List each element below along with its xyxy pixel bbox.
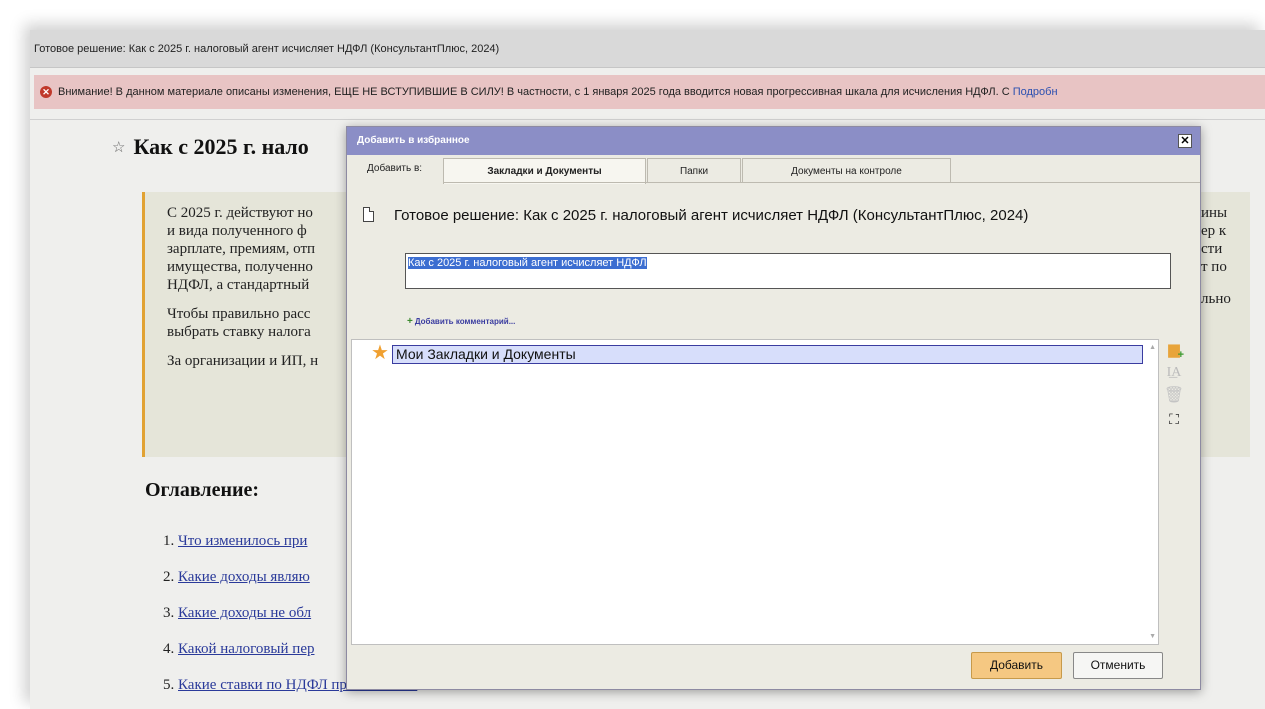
- bookmark-name-input[interactable]: Как с 2025 г. налоговый агент исчисляет …: [405, 253, 1171, 289]
- info-box-left-text: С 2025 г. действуют но и вида полученног…: [167, 204, 353, 381]
- tree-toolbar: ▆ + I͟A 🗑 ⛶: [1163, 339, 1187, 431]
- toc-item: 1. Что изменилось при: [163, 533, 353, 569]
- favorite-star-icon[interactable]: ☆: [112, 140, 125, 156]
- document-icon: [363, 207, 374, 222]
- dialog-title: Добавить в избранное: [357, 135, 470, 146]
- info-box-right-text: ины ер к сти т по льно: [1201, 204, 1261, 319]
- toc-link[interactable]: Какие доходы не обл: [178, 605, 311, 621]
- tree-item-my-bookmarks[interactable]: Мои Закладки и Документы: [392, 345, 1143, 364]
- binoculars-icon[interactable]: ⛶: [1163, 408, 1185, 430]
- warning-banner: ✕ Внимание! В данном материале описаны из…: [34, 75, 1265, 109]
- info-line: сти: [1201, 241, 1223, 257]
- scroll-down-icon[interactable]: ▼: [1149, 633, 1156, 640]
- info-line: За организации и ИП, н: [167, 353, 319, 369]
- dialog-title-bar[interactable]: Добавить в избранное ✕: [347, 127, 1200, 155]
- tree-item-label: Мои Закладки и Документы: [396, 346, 576, 362]
- warning-more-link[interactable]: Подробн: [1013, 86, 1058, 98]
- rename-icon[interactable]: I͟A: [1163, 362, 1185, 384]
- info-line: Чтобы правильно расс: [167, 306, 311, 322]
- toc-item: 2. Какие доходы являю: [163, 569, 353, 605]
- info-line: льно: [1201, 291, 1231, 307]
- new-folder-icon[interactable]: ▆ +: [1163, 339, 1185, 361]
- info-line: т по: [1201, 259, 1227, 275]
- dialog-tabs: Добавить в: Закладки и Документы Папки Д…: [347, 158, 1200, 184]
- trash-icon[interactable]: 🗑: [1163, 385, 1185, 407]
- add-to-label: Добавить в:: [367, 163, 423, 174]
- tab-bookmarks-documents[interactable]: Закладки и Документы: [443, 158, 646, 184]
- add-to-favorites-dialog: Добавить в избранное ✕ Добавить в: Закла…: [346, 126, 1201, 690]
- info-line: выбрать ставку налога: [167, 324, 311, 340]
- document-window-title: Готовое решение: Как с 2025 г. налоговый…: [34, 43, 500, 55]
- cancel-button[interactable]: Отменить: [1073, 652, 1163, 679]
- divider: [443, 182, 1200, 183]
- close-icon[interactable]: ✕: [1178, 134, 1192, 148]
- add-comment-link[interactable]: + Добавить комментарий...: [407, 316, 515, 327]
- toc-number: 1.: [163, 533, 175, 549]
- add-comment-label: Добавить комментарий...: [414, 317, 516, 326]
- plus-icon: +: [407, 316, 413, 327]
- tab-controlled-documents[interactable]: Документы на контроле: [742, 158, 951, 182]
- info-line: ер к: [1201, 223, 1227, 239]
- toc-number: 2.: [163, 569, 175, 585]
- folder-tree[interactable]: ★ Мои Закладки и Документы ▲ ▼: [351, 339, 1159, 645]
- toc-item: 4. Какой налоговый пер: [163, 641, 353, 677]
- document-line: Готовое решение: Как с 2025 г. налоговый…: [363, 207, 1028, 224]
- scroll-up-icon[interactable]: ▲: [1149, 344, 1156, 351]
- error-icon: ✕: [40, 86, 52, 99]
- divider: [30, 119, 1265, 120]
- toc-number: 4.: [163, 641, 175, 657]
- page-title-text: Как с 2025 г. нало: [133, 134, 309, 159]
- info-line: С 2025 г. действуют но: [167, 205, 313, 221]
- info-line: зарплате, премиям, отп: [167, 241, 316, 257]
- info-line: ины: [1201, 205, 1228, 221]
- toc-item: 3. Какие доходы не обл: [163, 605, 353, 641]
- info-line: и вида полученного ф: [167, 223, 307, 239]
- toc-list: 1. Что изменилось при 2. Какие доходы яв…: [163, 533, 417, 709]
- toc-item: 5. Какие ставки по НДФЛ применяются: [163, 677, 417, 709]
- toc-number: 3.: [163, 605, 175, 621]
- warning-text: Внимание! В данном материале описаны изм…: [58, 86, 1010, 98]
- tab-folders[interactable]: Папки: [647, 158, 741, 182]
- info-line: НДФЛ, а стандартный: [167, 277, 310, 293]
- document-full-title: Готовое решение: Как с 2025 г. налоговый…: [394, 207, 1029, 224]
- toc-link[interactable]: Какие доходы являю: [178, 569, 310, 585]
- add-button[interactable]: Добавить: [971, 652, 1062, 679]
- star-icon: ★: [371, 342, 389, 364]
- page-title: ☆ Как с 2025 г. нало: [112, 134, 352, 160]
- document-title-bar: Готовое решение: Как с 2025 г. налоговый…: [30, 30, 1265, 68]
- toc-link[interactable]: Что изменилось при: [178, 533, 307, 549]
- bookmark-name-value: Как с 2025 г. налоговый агент исчисляет …: [408, 257, 647, 269]
- info-line: имущества, полученно: [167, 259, 313, 275]
- toc-number: 5.: [163, 677, 175, 693]
- toc-heading: Оглавление:: [145, 479, 260, 501]
- toc-link[interactable]: Какой налоговый пер: [178, 641, 314, 657]
